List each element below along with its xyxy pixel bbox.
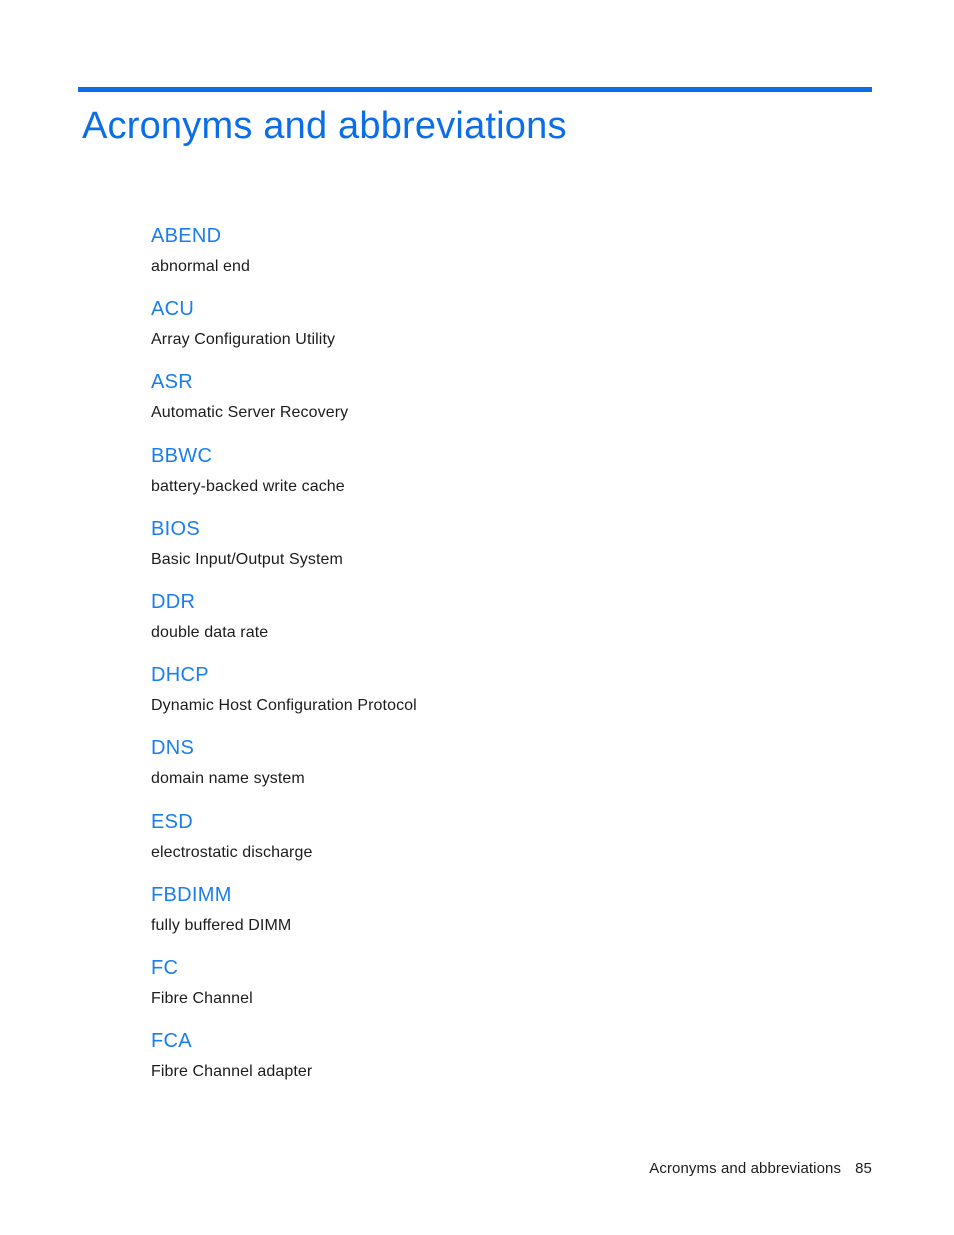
glossary-definition: double data rate bbox=[151, 623, 269, 641]
glossary-term: BIOS bbox=[151, 517, 200, 540]
glossary-term: FBDIMM bbox=[151, 883, 232, 906]
glossary-entry: DNS domain name system bbox=[151, 736, 872, 809]
glossary-entry: BBWC battery-backed write cache bbox=[151, 444, 872, 517]
glossary-entry: FC Fibre Channel bbox=[151, 956, 872, 1029]
glossary-term: FCA bbox=[151, 1030, 192, 1053]
glossary-definition: abnormal end bbox=[151, 258, 251, 275]
glossary-definition: battery-backed write cache bbox=[151, 477, 345, 495]
glossary-entry: FBDIMM fully buffered DIMM bbox=[151, 883, 872, 956]
glossary-entry: FCA Fibre Channel adapter bbox=[151, 1029, 872, 1102]
glossary-term: ACU bbox=[151, 298, 195, 321]
title-rule bbox=[78, 87, 872, 92]
glossary-definition: fully buffered DIMM bbox=[151, 916, 292, 934]
glossary-entry: ACU Array Configuration Utility bbox=[151, 297, 872, 370]
page-title: Acronyms and abbreviations bbox=[82, 105, 567, 147]
document-page: Acronyms and abbreviations ABEND abnorma… bbox=[0, 0, 954, 1235]
footer-page-number: 85 bbox=[855, 1160, 872, 1177]
page-footer: Acronyms and abbreviations 85 bbox=[0, 1159, 872, 1179]
glossary-term: FC bbox=[151, 956, 179, 979]
glossary-definition: Fibre Channel bbox=[151, 989, 253, 1007]
glossary-entry: ABEND abnormal end bbox=[151, 224, 872, 297]
glossary-term: ABEND bbox=[151, 225, 222, 247]
glossary-definition: Array Configuration Utility bbox=[151, 331, 336, 349]
glossary-entry: DHCP Dynamic Host Configuration Protocol bbox=[151, 663, 872, 736]
glossary-definition: Dynamic Host Configuration Protocol bbox=[151, 697, 417, 715]
glossary-term: DNS bbox=[151, 737, 195, 760]
glossary-term: ASR bbox=[151, 371, 194, 394]
glossary-list: ABEND abnormal end ACU Array Configurati… bbox=[151, 224, 872, 1102]
glossary-definition: Fibre Channel adapter bbox=[151, 1063, 313, 1081]
glossary-entry: ESD electrostatic discharge bbox=[151, 810, 872, 883]
glossary-term: DDR bbox=[151, 590, 196, 613]
glossary-definition: electrostatic discharge bbox=[151, 843, 313, 861]
glossary-definition: Basic Input/Output System bbox=[151, 550, 343, 568]
glossary-entry: BIOS Basic Input/Output System bbox=[151, 517, 872, 590]
glossary-entry: ASR Automatic Server Recovery bbox=[151, 370, 872, 443]
footer-section-label: Acronyms and abbreviations bbox=[649, 1160, 842, 1177]
glossary-entry: DDR double data rate bbox=[151, 590, 872, 663]
glossary-term: BBWC bbox=[151, 444, 213, 467]
glossary-definition: Automatic Server Recovery bbox=[151, 404, 349, 422]
glossary-term: DHCP bbox=[151, 664, 209, 687]
glossary-definition: domain name system bbox=[151, 770, 305, 788]
glossary-term: ESD bbox=[151, 810, 194, 833]
